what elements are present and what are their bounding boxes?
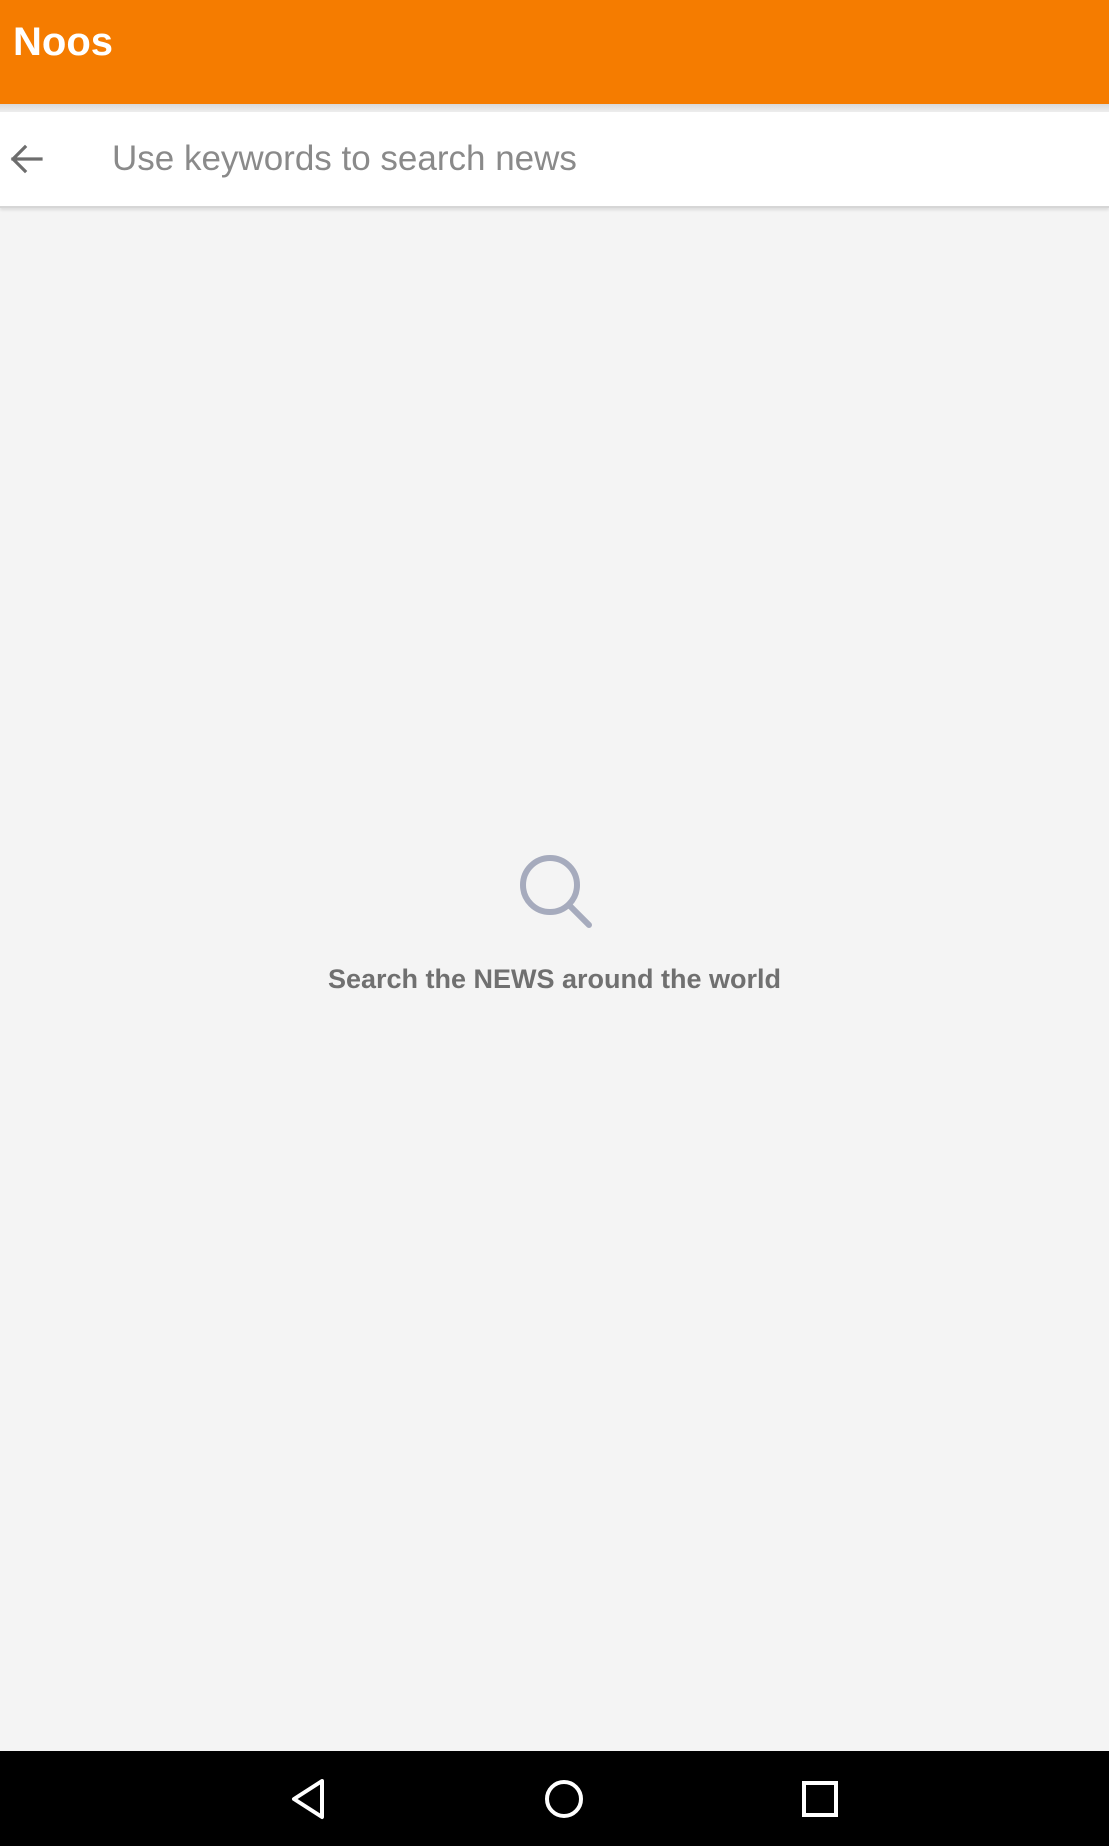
recents-square-icon bbox=[802, 1780, 838, 1817]
back-button[interactable] bbox=[0, 112, 52, 206]
back-triangle-icon bbox=[292, 1778, 324, 1819]
search-icon bbox=[519, 855, 592, 928]
arrow-left-icon bbox=[10, 144, 43, 174]
home-circle-icon bbox=[545, 1779, 583, 1818]
app-title: Noos bbox=[13, 20, 113, 64]
app-bar-shadow bbox=[0, 104, 1109, 112]
nav-recents-button[interactable] bbox=[760, 1751, 880, 1846]
nav-home-button[interactable] bbox=[504, 1751, 624, 1846]
search-input[interactable] bbox=[112, 124, 1092, 194]
nav-back-button[interactable] bbox=[248, 1751, 368, 1846]
system-nav-bar bbox=[0, 1751, 1109, 1846]
empty-state-message: Search the NEWS around the world bbox=[327, 964, 782, 994]
empty-state: Search the NEWS around the world bbox=[0, 850, 1109, 995]
app-bar: Noos bbox=[0, 0, 1109, 104]
search-bar bbox=[0, 112, 1109, 208]
